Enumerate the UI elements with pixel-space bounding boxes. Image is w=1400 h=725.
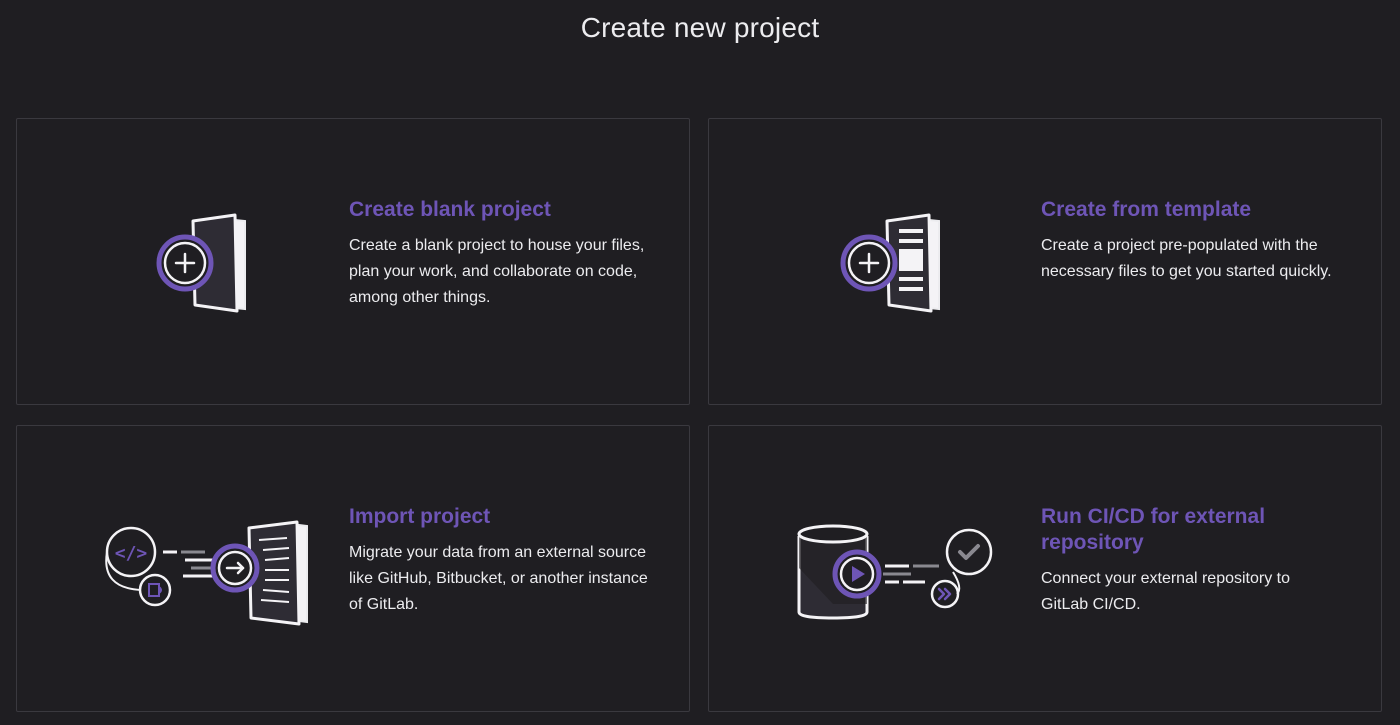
create-from-template-card[interactable]: Create from template Create a project pr… <box>708 118 1382 405</box>
page-title: Create new project <box>580 12 820 43</box>
import-project-card[interactable]: </> Import project Migrate your data fro… <box>16 425 690 712</box>
project-options-grid: Create blank project Create a blank proj… <box>16 118 1382 712</box>
create-blank-project-title[interactable]: Create blank project <box>349 197 649 223</box>
create-from-template-title[interactable]: Create from template <box>1041 197 1341 223</box>
new-project-page: Create new project Create blank project <box>0 0 1400 725</box>
import-project-description: Migrate your data from an external sourc… <box>349 544 648 613</box>
cicd-project-illustration <box>793 518 1033 648</box>
create-from-template-text: Create from template Create a project pr… <box>1041 197 1341 285</box>
import-project-illustration: </> <box>101 510 341 640</box>
create-blank-project-text: Create blank project Create a blank proj… <box>349 197 649 311</box>
create-blank-project-card[interactable]: Create blank project Create a blank proj… <box>16 118 690 405</box>
blank-project-illustration <box>97 199 337 329</box>
template-project-illustration <box>789 199 1029 329</box>
run-cicd-text: Run CI/CD for external repository Connec… <box>1041 504 1331 618</box>
import-project-title[interactable]: Import project <box>349 504 649 530</box>
run-cicd-description: Connect your external repository to GitL… <box>1041 570 1291 613</box>
run-cicd-external-repo-card[interactable]: Run CI/CD for external repository Connec… <box>708 425 1382 712</box>
run-cicd-title[interactable]: Run CI/CD for external repository <box>1041 504 1331 556</box>
import-project-text: Import project Migrate your data from an… <box>349 504 649 618</box>
svg-text:</>: </> <box>115 543 148 564</box>
create-from-template-description: Create a project pre-populated with the … <box>1041 237 1332 280</box>
create-blank-project-description: Create a blank project to house your fil… <box>349 237 645 306</box>
